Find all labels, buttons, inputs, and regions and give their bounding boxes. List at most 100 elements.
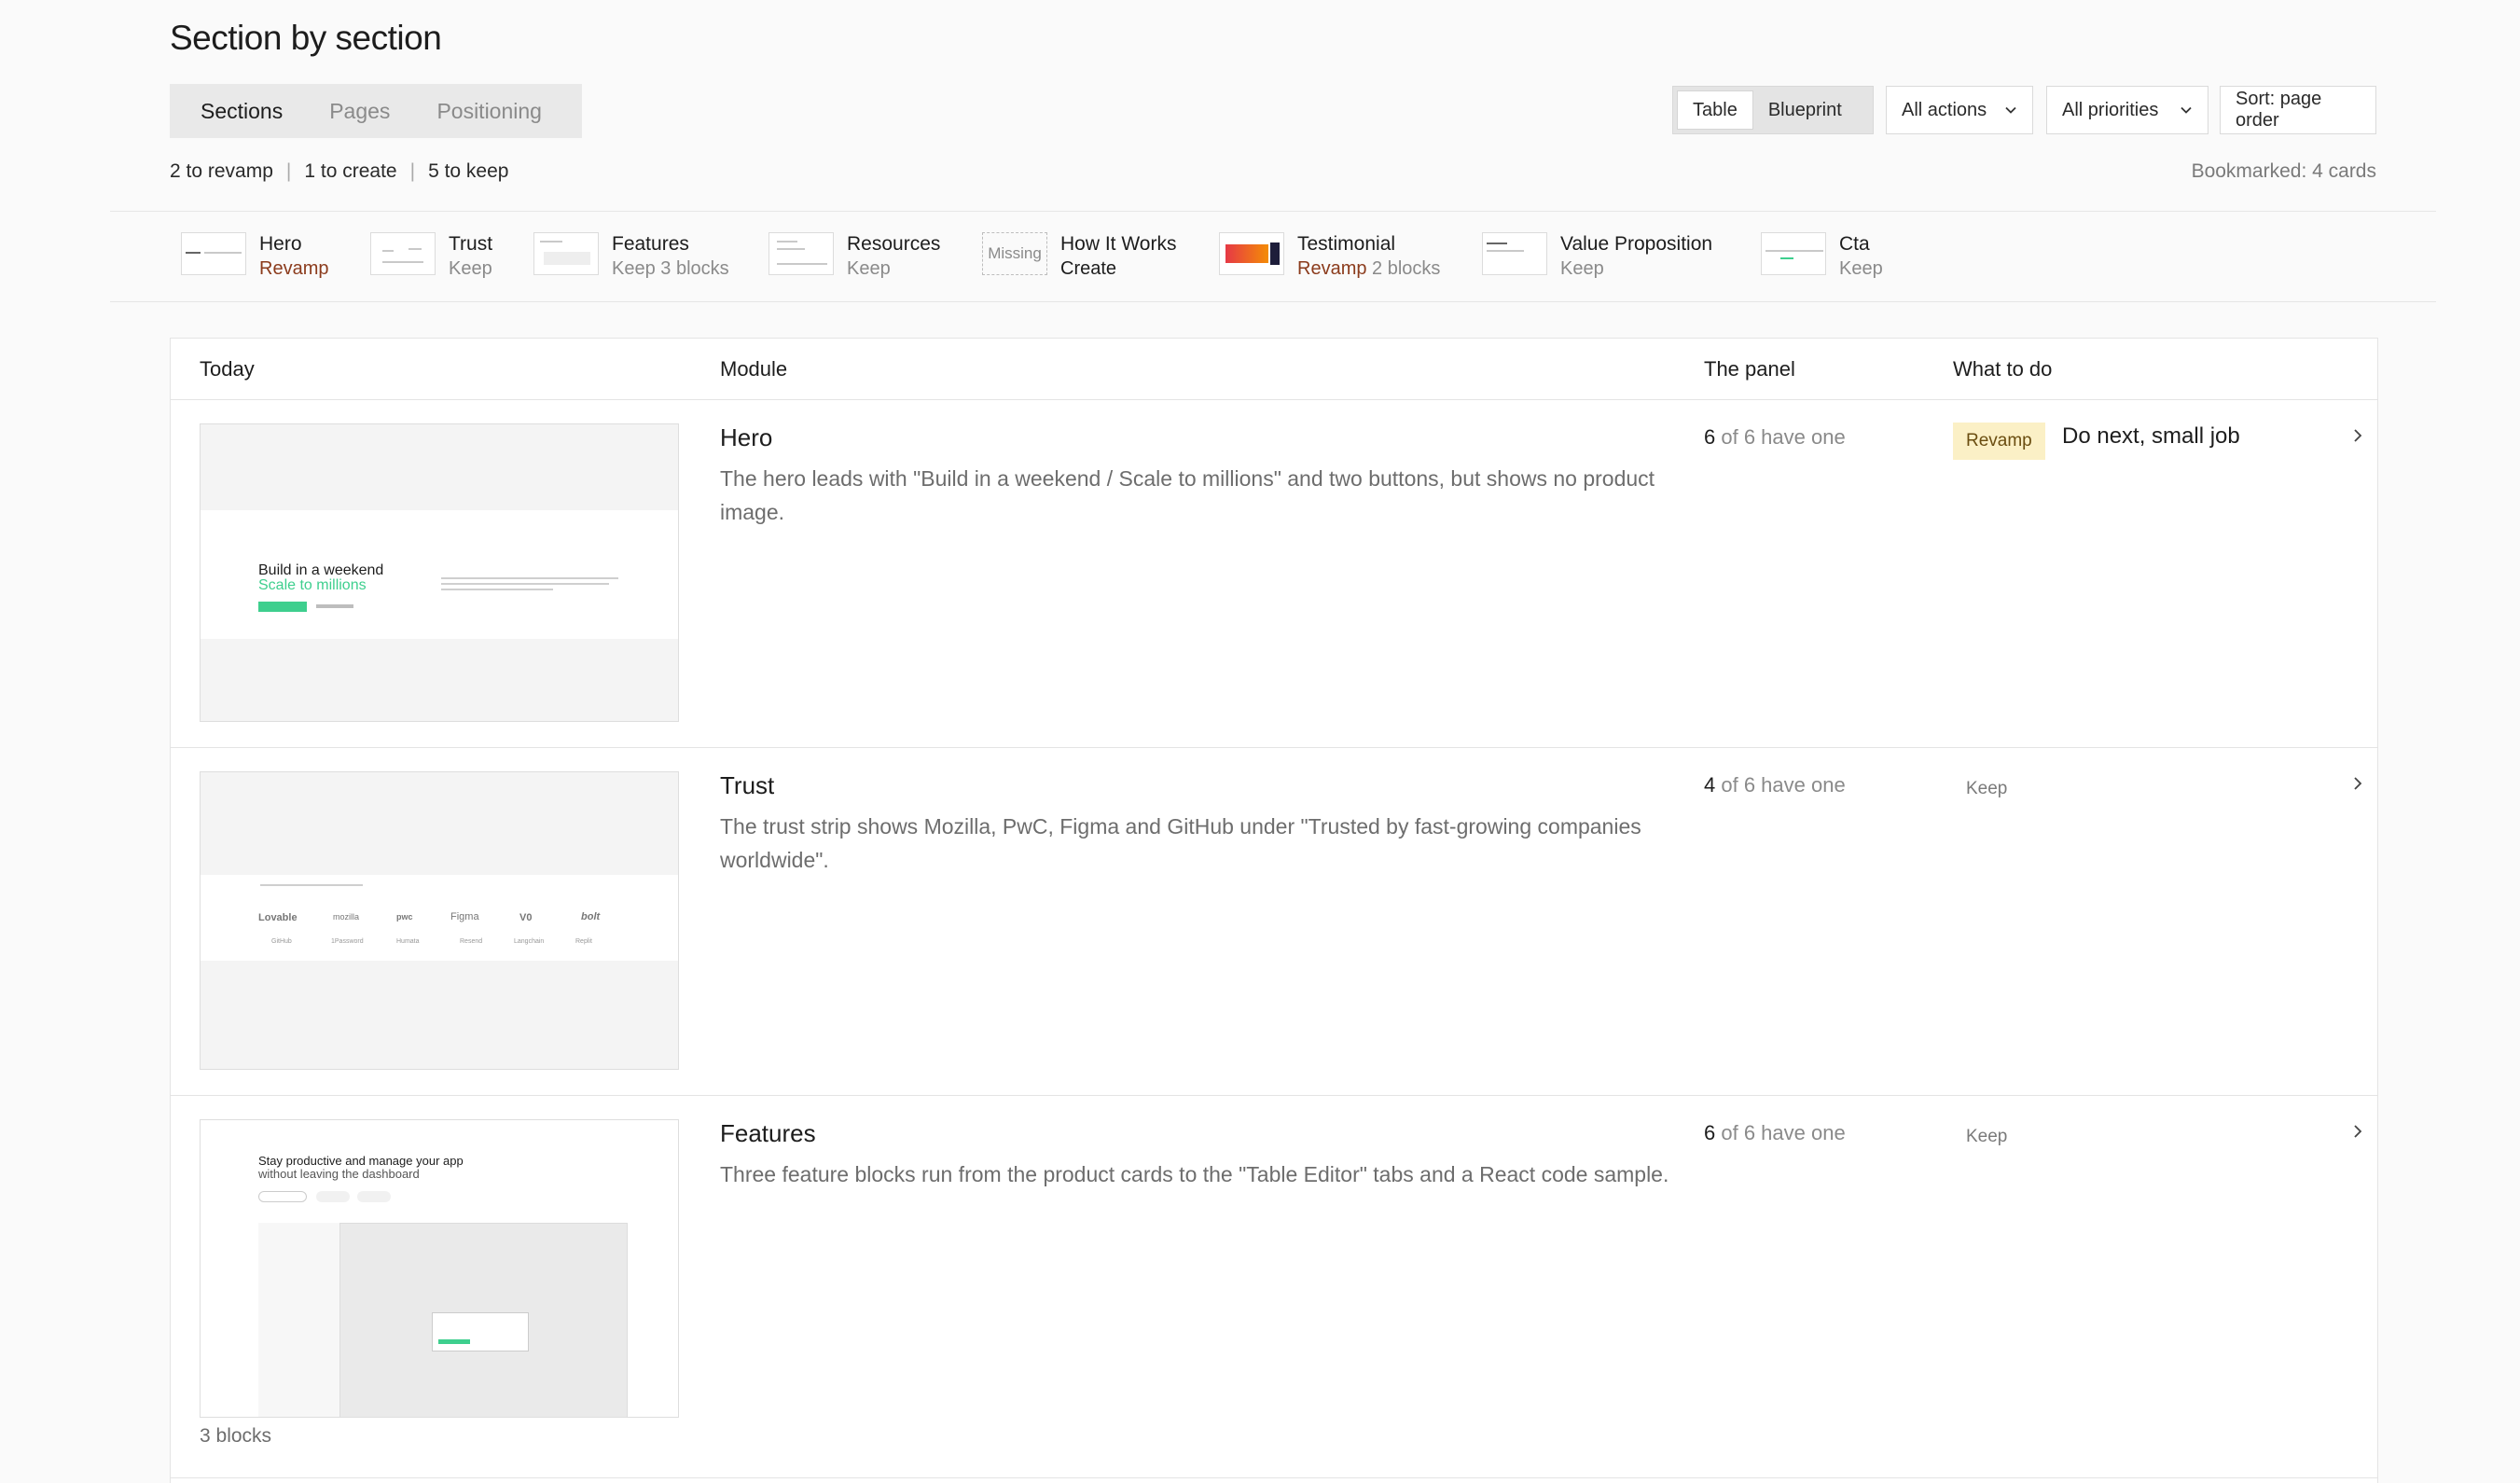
thumb-logo: GitHub: [271, 938, 292, 945]
table-view-button[interactable]: Table: [1677, 90, 1753, 130]
chip-status: Keep: [847, 258, 891, 279]
view-toggle: Table Blueprint: [1672, 86, 1874, 134]
module-name: Hero: [720, 423, 773, 451]
actions-filter-dropdown[interactable]: All actions: [1886, 86, 2033, 134]
thumb-logo: Humata: [396, 938, 420, 945]
chip-name: Resources: [847, 233, 941, 255]
chip-name: Trust: [449, 233, 493, 255]
module-description: Three feature blocks run from the produc…: [720, 1162, 1669, 1186]
chip-thumbnail: [181, 232, 246, 275]
panel-count: 6 of 6 have one: [1704, 1121, 1846, 1144]
tab-sections[interactable]: Sections: [177, 99, 306, 124]
section-tabs: Sections Pages Positioning: [170, 84, 582, 138]
page: Section by section Sections Pages Positi…: [0, 0, 2520, 1483]
divider: |: [285, 160, 292, 182]
thumb-logo: Replit: [575, 938, 592, 945]
revamp-count: 2 to revamp: [170, 160, 273, 182]
table-row-trust[interactable]: Lovable mozilla pwc Figma V0 bolt GitHub…: [171, 748, 2377, 1096]
strip-chip-testimonial[interactable]: Testimonial Revamp 2 blocks: [1219, 232, 1440, 281]
module-description: The trust strip shows Mozilla, PwC, Figm…: [720, 814, 1641, 872]
tab-pages[interactable]: Pages: [306, 99, 413, 124]
chip-status: Keep: [449, 258, 492, 279]
strip-chip-how-it-works[interactable]: Missing How It Works Create: [982, 232, 1176, 281]
module-name: Features: [720, 1119, 816, 1147]
divider: |: [409, 160, 416, 182]
thumb-secondary-button: [316, 604, 353, 608]
strip-chip-value-proposition[interactable]: Value Proposition Keep: [1482, 232, 1712, 281]
sections-table: Today Module The panel What to do Build …: [170, 338, 2378, 1483]
trust-screenshot-thumbnail: Lovable mozilla pwc Figma V0 bolt GitHub…: [200, 771, 679, 1070]
table-header: Today Module The panel What to do: [171, 339, 2377, 400]
blueprint-view-button[interactable]: Blueprint: [1753, 90, 1857, 130]
thumb-logo: Resend: [460, 938, 483, 945]
chip-thumbnail: [1761, 232, 1826, 275]
module-description: The hero leads with "Build in a weekend …: [720, 466, 1655, 524]
chip-status: Keep: [1839, 258, 1883, 279]
chip-status: Revamp: [1297, 258, 1367, 279]
sort-label: Sort: page order: [2236, 89, 2322, 131]
thumb-logo: Langchain: [514, 938, 545, 945]
create-count: 1 to create: [304, 160, 397, 182]
strip-chip-hero[interactable]: Hero Revamp: [181, 232, 328, 281]
thumb-logo: V0: [519, 912, 533, 923]
panel-count: 4 of 6 have one: [1704, 773, 1846, 797]
sort-button[interactable]: Sort: page order: [2220, 86, 2376, 134]
thumb-subheadline: Scale to millions: [258, 577, 367, 593]
chip-thumbnail: [370, 232, 436, 275]
missing-thumbnail: Missing: [982, 232, 1047, 275]
table-row-hero[interactable]: Build in a weekend Scale to millions Her…: [171, 400, 2377, 748]
chip-name: Testimonial: [1297, 233, 1396, 255]
strip-chip-resources[interactable]: Resources Keep: [768, 232, 940, 281]
chip-extra: 3 blocks: [660, 258, 729, 279]
chevron-right-icon[interactable]: [2350, 426, 2365, 445]
thumb-logo: Figma: [450, 911, 479, 922]
thumb-subheadline: without leaving the dashboard: [258, 1167, 420, 1181]
actions-filter-label: All actions: [1902, 99, 1987, 120]
hero-screenshot-thumbnail: Build in a weekend Scale to millions: [200, 423, 679, 722]
strip-chip-trust[interactable]: Trust Keep: [370, 232, 492, 281]
chip-name: How It Works: [1060, 233, 1177, 255]
chip-thumbnail: [1482, 232, 1547, 275]
chip-thumbnail: [1219, 232, 1284, 275]
column-panel: The panel: [1704, 357, 1795, 381]
chip-name: Cta: [1839, 233, 1870, 255]
column-today: Today: [200, 357, 255, 381]
blocks-count: 3 blocks: [200, 1425, 272, 1447]
chip-status: Revamp: [259, 258, 329, 279]
priorities-filter-dropdown[interactable]: All priorities: [2046, 86, 2208, 134]
chevron-down-icon: [2005, 106, 2016, 114]
thumb-logo: 1Password: [331, 938, 364, 945]
table-row-features[interactable]: Stay productive and manage your app with…: [171, 1096, 2377, 1478]
strip-chip-cta[interactable]: Cta Keep: [1761, 232, 1883, 281]
strip-chip-features[interactable]: Features Keep 3 blocks: [533, 232, 729, 281]
action-badge: Revamp: [1953, 423, 2045, 460]
chip-name: Value Proposition: [1560, 233, 1713, 255]
action-note: Do next, small job: [2062, 423, 2240, 449]
column-module: Module: [720, 357, 788, 381]
page-title: Section by section: [170, 19, 442, 57]
thumb-logo: pwc: [396, 912, 413, 922]
summary-counts: 2 to revamp | 1 to create | 5 to keep: [170, 160, 508, 183]
thumb-logo: mozilla: [333, 912, 360, 922]
chip-status: Keep: [1560, 258, 1604, 279]
thumb-logo: bolt: [581, 911, 601, 922]
bookmarked-count: Bookmarked: 4 cards: [2191, 160, 2376, 182]
features-screenshot-thumbnail: Stay productive and manage your app with…: [200, 1119, 679, 1418]
chevron-right-icon[interactable]: [2350, 774, 2365, 793]
keep-count: 5 to keep: [428, 160, 509, 182]
chevron-down-icon: [2181, 106, 2192, 114]
module-name: Trust: [720, 771, 775, 799]
thumb-headline: Stay productive and manage your app: [258, 1154, 464, 1168]
chip-status: Keep: [612, 258, 656, 279]
chip-thumbnail: [768, 232, 834, 275]
chip-status: Create: [1060, 258, 1117, 279]
tab-positioning[interactable]: Positioning: [413, 99, 565, 124]
thumb-logo: Lovable: [258, 912, 298, 923]
priorities-filter-label: All priorities: [2062, 99, 2159, 120]
action-badge: Keep: [1966, 1127, 2008, 1146]
section-strip: Hero Revamp Trust Keep Features Keep 3 b…: [110, 211, 2436, 302]
column-what-to-do: What to do: [1953, 357, 2053, 381]
chip-name: Features: [612, 233, 689, 255]
chip-thumbnail: [533, 232, 599, 275]
chevron-right-icon[interactable]: [2350, 1122, 2365, 1141]
